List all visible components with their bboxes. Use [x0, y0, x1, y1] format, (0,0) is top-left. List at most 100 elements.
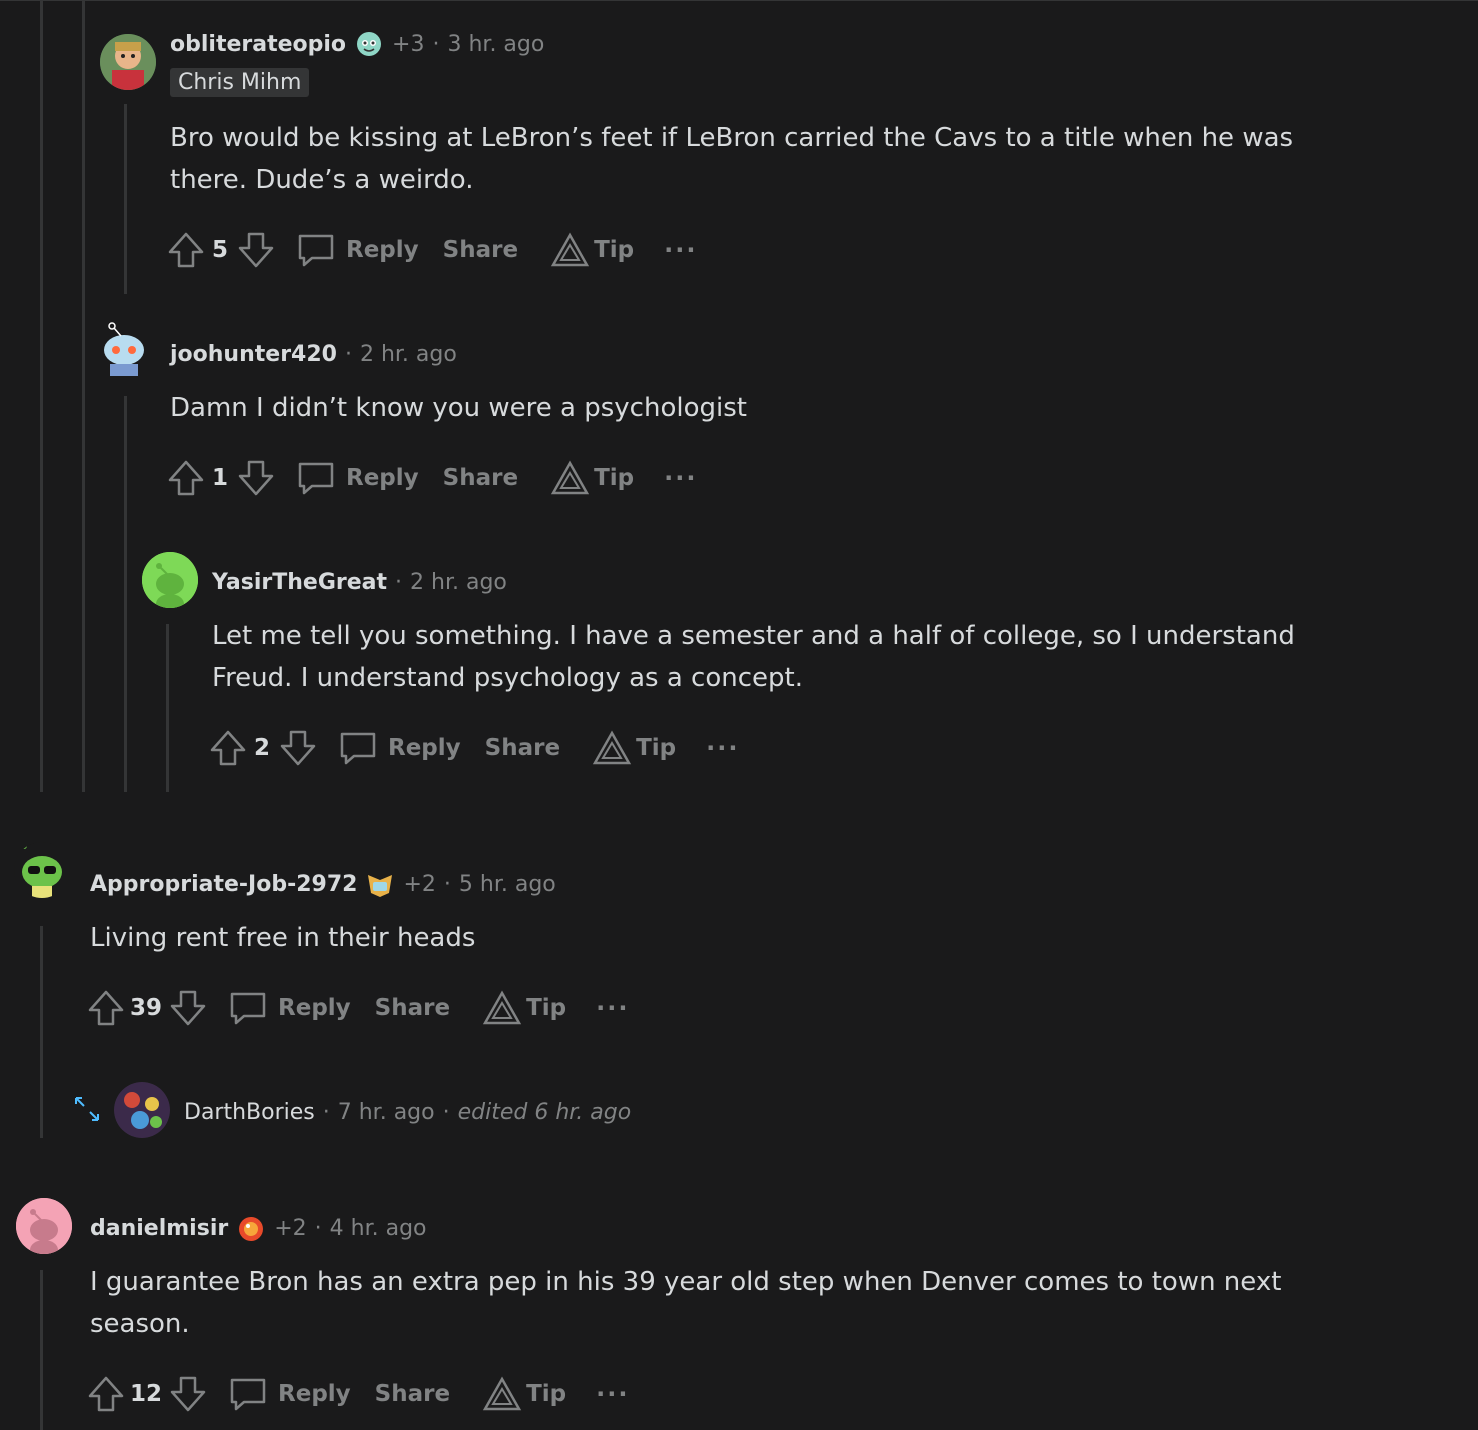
avatar[interactable]: [100, 34, 156, 90]
comment-body: Damn I didn’t know you were a psychologi…: [170, 393, 747, 423]
more-options-button[interactable]: ···: [706, 734, 739, 762]
avatar[interactable]: [114, 1082, 170, 1138]
comment-bubble-icon: [296, 458, 336, 498]
timestamp[interactable]: 7 hr. ago: [338, 1100, 435, 1125]
share-button[interactable]: Share: [443, 237, 518, 263]
separator: ·: [314, 1215, 322, 1241]
separator: ·: [432, 31, 440, 57]
username[interactable]: Appropriate-Job-2972: [90, 872, 357, 897]
avatar[interactable]: [142, 552, 198, 608]
thread-line[interactable]: [40, 926, 43, 1138]
tip-label: Tip: [594, 237, 635, 263]
downvote-button[interactable]: [236, 458, 276, 498]
tip-label: Tip: [526, 995, 567, 1021]
badge-count: +2: [274, 1215, 307, 1241]
username[interactable]: YasirTheGreat: [212, 570, 387, 595]
separator: ·: [395, 569, 403, 595]
reply-button[interactable]: Reply: [296, 458, 419, 498]
timestamp[interactable]: 2 hr. ago: [360, 342, 457, 367]
comment-actions: 2 Reply Share Tip ···: [208, 726, 739, 770]
vote-score: 1: [211, 465, 228, 491]
vote-score: 5: [211, 237, 228, 263]
upvote-button[interactable]: [166, 458, 206, 498]
thread-line[interactable]: [82, 0, 85, 792]
share-button[interactable]: Share: [375, 1381, 450, 1407]
tip-label: Tip: [526, 1381, 567, 1407]
edited-timestamp: edited 6 hr. ago: [457, 1099, 632, 1125]
separator: ·: [443, 871, 451, 897]
timestamp[interactable]: 3 hr. ago: [447, 32, 544, 57]
avatar[interactable]: [16, 1198, 72, 1254]
thread-line[interactable]: [124, 104, 127, 294]
comment-actions: 1 Reply Share Tip ···: [166, 456, 697, 500]
separator: ·: [442, 1099, 450, 1125]
tip-button[interactable]: Tip: [550, 230, 634, 270]
vote-score: 2: [253, 735, 270, 761]
separator: ·: [322, 1099, 330, 1125]
top-divider: [0, 0, 1478, 1]
share-button[interactable]: Share: [443, 465, 518, 491]
tip-label: Tip: [636, 735, 677, 761]
tip-button[interactable]: Tip: [482, 988, 566, 1028]
reply-button[interactable]: Reply: [338, 728, 461, 768]
comment-body: Bro would be kissing at LeBron’s feet if…: [170, 123, 1294, 195]
comment-body: Living rent free in their heads: [90, 923, 476, 953]
achievement-badge-icon[interactable]: [365, 869, 395, 899]
comment-bubble-icon: [228, 988, 268, 1028]
more-options-button[interactable]: ···: [664, 464, 697, 492]
tip-triangle-icon: [550, 230, 590, 270]
username[interactable]: joohunter420: [170, 342, 337, 367]
username[interactable]: danielmisir: [90, 1216, 228, 1241]
upvote-button[interactable]: [208, 728, 248, 768]
comment-actions: 5 Reply Share Tip ···: [166, 228, 697, 272]
tip-triangle-icon: [550, 458, 590, 498]
comment-bubble-icon: [228, 1374, 268, 1414]
reply-label: Reply: [388, 735, 461, 761]
tip-button[interactable]: Tip: [482, 1374, 566, 1414]
achievement-badge-icon[interactable]: [354, 29, 384, 59]
separator: ·: [344, 341, 352, 367]
upvote-button[interactable]: [166, 230, 206, 270]
thread-line[interactable]: [166, 624, 169, 792]
comment-actions: 12 Reply Share Tip ···: [86, 1372, 629, 1416]
user-flair: Chris Mihm: [170, 68, 310, 97]
avatar[interactable]: [96, 320, 152, 376]
vote-score: 39: [130, 995, 163, 1021]
reply-button[interactable]: Reply: [296, 230, 419, 270]
downvote-button[interactable]: [236, 230, 276, 270]
badge-count: +3: [392, 31, 425, 57]
upvote-button[interactable]: [86, 988, 126, 1028]
timestamp[interactable]: 4 hr. ago: [330, 1216, 427, 1241]
username[interactable]: obliterateopio: [170, 32, 346, 57]
share-button[interactable]: Share: [485, 735, 560, 761]
thread-line[interactable]: [40, 1270, 43, 1430]
reply-label: Reply: [278, 995, 351, 1021]
more-options-button[interactable]: ···: [664, 236, 697, 264]
thread-line[interactable]: [124, 396, 127, 792]
thread-line[interactable]: [40, 0, 43, 792]
avatar[interactable]: [14, 842, 70, 898]
reply-button[interactable]: Reply: [228, 1374, 351, 1414]
upvote-button[interactable]: [86, 1374, 126, 1414]
reply-label: Reply: [346, 237, 419, 263]
tip-triangle-icon: [482, 988, 522, 1028]
comment-actions: 39 Reply Share Tip ···: [86, 986, 629, 1030]
expand-icon[interactable]: [72, 1094, 102, 1124]
more-options-button[interactable]: ···: [596, 1380, 629, 1408]
downvote-button[interactable]: [168, 988, 208, 1028]
downvote-button[interactable]: [278, 728, 318, 768]
username[interactable]: DarthBories: [184, 1100, 315, 1125]
downvote-button[interactable]: [168, 1374, 208, 1414]
more-options-button[interactable]: ···: [596, 994, 629, 1022]
tip-button[interactable]: Tip: [592, 728, 676, 768]
comment-bubble-icon: [296, 230, 336, 270]
achievement-badge-icon[interactable]: [236, 1213, 266, 1243]
timestamp[interactable]: 5 hr. ago: [459, 872, 556, 897]
timestamp[interactable]: 2 hr. ago: [410, 570, 507, 595]
comment-body: I guarantee Bron has an extra pep in his…: [90, 1267, 1282, 1339]
vote-score: 12: [130, 1381, 163, 1407]
reply-button[interactable]: Reply: [228, 988, 351, 1028]
tip-triangle-icon: [592, 728, 632, 768]
share-button[interactable]: Share: [375, 995, 450, 1021]
tip-button[interactable]: Tip: [550, 458, 634, 498]
